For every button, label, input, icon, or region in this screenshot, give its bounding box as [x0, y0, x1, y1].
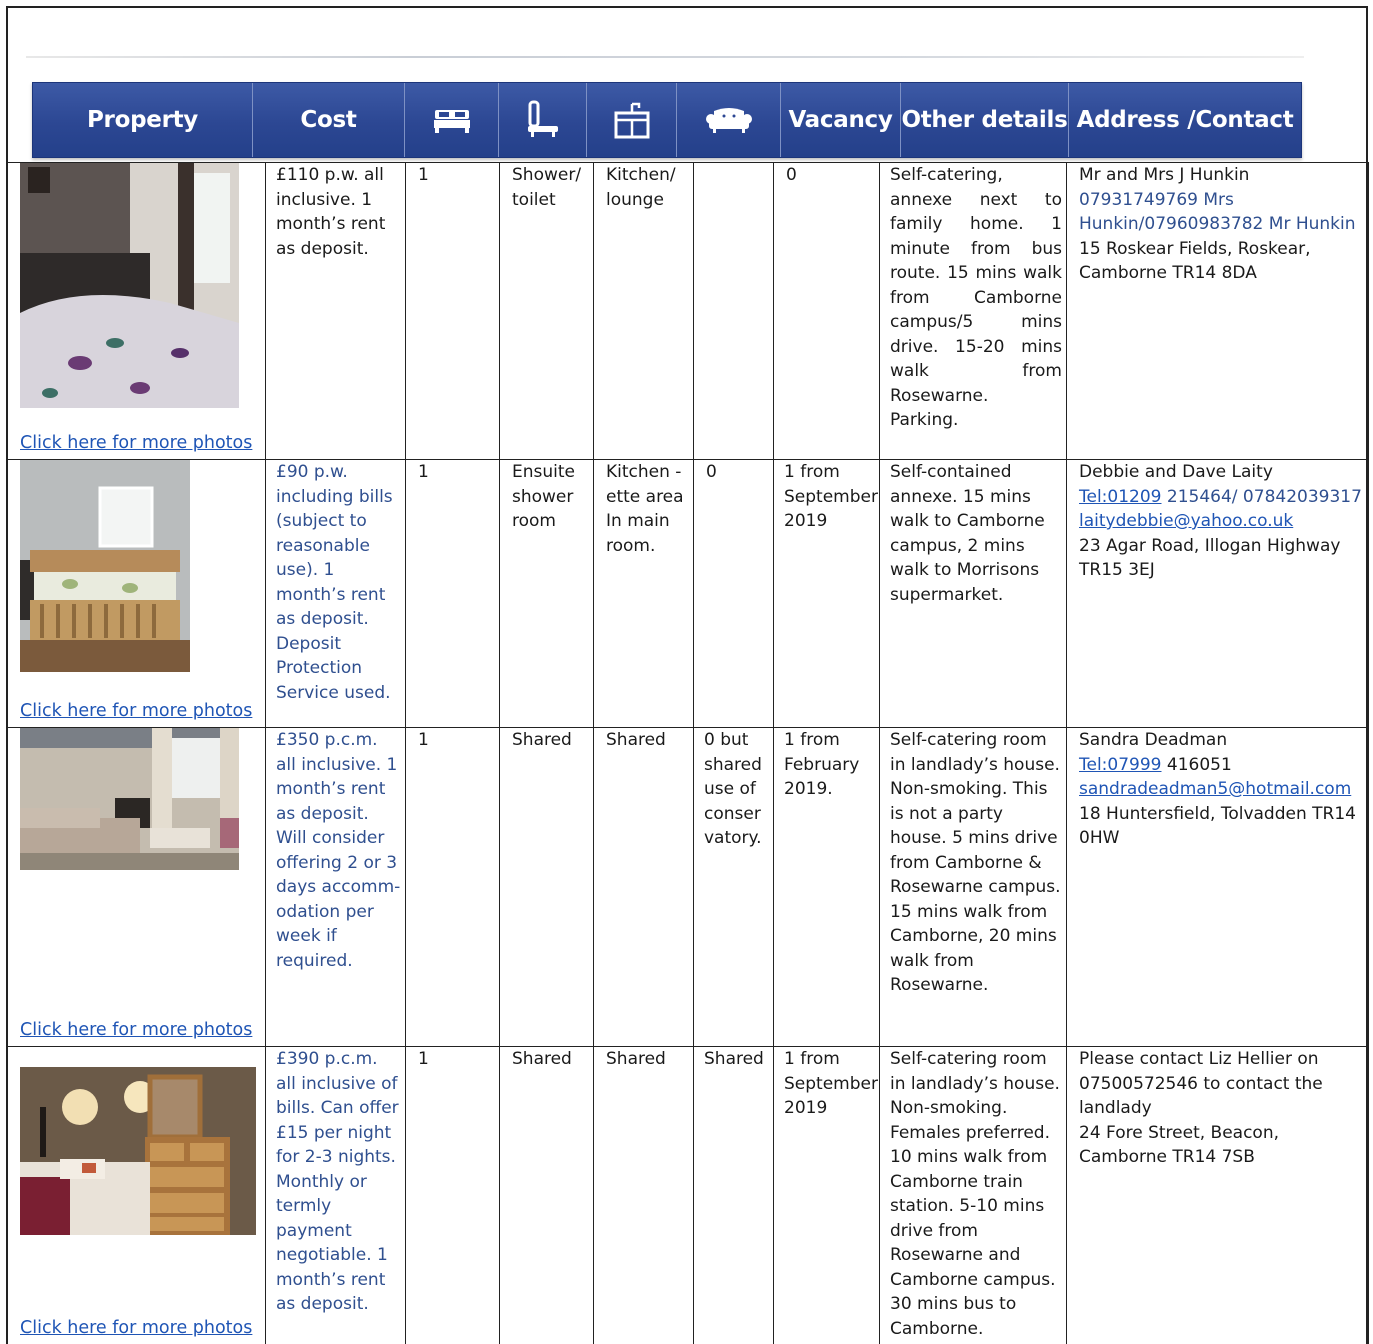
- contact-intro: Please contact Liz Hellier on 0750057254…: [1079, 1049, 1323, 1118]
- bathroom-cell: Ensuite shower room: [499, 459, 594, 728]
- table-header-bar: Property Cost Vacancy Other details Addr…: [32, 82, 1302, 158]
- bedroom-cell: 1: [405, 727, 500, 1047]
- vacancy-cell: 1 from September 2019: [773, 1046, 880, 1344]
- contact-tel-link[interactable]: Tel:07999: [1079, 755, 1162, 775]
- property-photo-cell: Click here for more photos: [7, 1046, 266, 1344]
- bath-icon: [499, 83, 587, 157]
- contact-tel-link[interactable]: Tel:01209: [1079, 487, 1162, 507]
- vacancy-cell: 1 from September 2019: [773, 459, 880, 728]
- bed-icon: [405, 83, 499, 157]
- cost-cell: £90 p.w. including bills (subject to rea…: [265, 459, 406, 728]
- decorative-rule: [26, 56, 1304, 58]
- more-photos-link[interactable]: Click here for more photos: [20, 699, 252, 724]
- contact-email-link[interactable]: sandradeadman5@hotmail.com: [1079, 777, 1362, 802]
- property-photo-bedroom[interactable]: [20, 460, 190, 672]
- contact-name: Debbie and Dave Laity: [1079, 462, 1273, 482]
- details-cell: Self-catering room in landlady’s house. …: [879, 1046, 1067, 1344]
- contact-address: 18 Huntersfield, Tolvadden TR14 0HW: [1079, 803, 1356, 849]
- header-other-details: Other details: [901, 83, 1069, 157]
- details-cell: Self-catering, annexe next to family hom…: [879, 162, 1067, 460]
- header-cost: Cost: [253, 83, 405, 157]
- property-photo-bedroom[interactable]: [20, 1067, 256, 1235]
- property-photo-cell: Click here for more photos: [7, 459, 266, 728]
- kitchen-cell: Kitchen/ lounge: [593, 162, 694, 460]
- table-row: Click here for more photos £350 p.c.m. a…: [7, 727, 1369, 1047]
- property-table: Click here for more photos £110 p.w. all…: [7, 162, 1369, 1344]
- sofa-icon: [677, 83, 781, 157]
- property-photo-bedroom[interactable]: [20, 163, 239, 408]
- details-cell: Self-contained annexe. 15 mins walk to C…: [879, 459, 1067, 728]
- header-vacancy: Vacancy: [781, 83, 901, 157]
- contact-cell: Debbie and Dave Laity Tel:01209 215464/ …: [1066, 459, 1369, 728]
- contact-address: 15 Roskear Fields, Roskear, Camborne TR1…: [1079, 238, 1311, 284]
- kitchen-cell: Kitchen - ette area In main room.: [593, 459, 694, 728]
- contact-cell: Please contact Liz Hellier on 0750057254…: [1066, 1046, 1369, 1344]
- contact-phone: 416051: [1166, 754, 1232, 775]
- contact-address: 24 Fore Street, Beacon, Camborne TR14 7S…: [1079, 1122, 1280, 1168]
- bedroom-cell: 1: [405, 162, 500, 460]
- lounge-cell: 0 but shared use of conser vatory.: [693, 727, 774, 1047]
- lounge-cell: Shared: [693, 1046, 774, 1344]
- more-photos-link[interactable]: Click here for more photos: [20, 431, 252, 456]
- property-photo-bedroom[interactable]: [20, 728, 239, 870]
- bathroom-cell: Shared: [499, 1046, 594, 1344]
- contact-phone: 07931749769 Mrs Hunkin/07960983782 Mr Hu…: [1079, 189, 1356, 235]
- bedroom-cell: 1: [405, 1046, 500, 1344]
- bathroom-cell: Shower/ toilet: [499, 162, 594, 460]
- more-photos-link[interactable]: Click here for more photos: [20, 1018, 252, 1043]
- contact-email-link[interactable]: laitydebbie@yahoo.co.uk: [1079, 509, 1362, 534]
- more-photos-link[interactable]: Click here for more photos: [20, 1316, 252, 1341]
- table-row: Click here for more photos £110 p.w. all…: [7, 162, 1369, 460]
- details-cell: Self-catering room in landlady’s house. …: [879, 727, 1067, 1047]
- vacancy-cell: 1 from February 2019.: [773, 727, 880, 1047]
- contact-cell: Sandra Deadman Tel:07999 416051 sandrade…: [1066, 727, 1369, 1047]
- lounge-cell: [693, 162, 774, 460]
- cost-cell: £350 p.c.m. all inclusive. 1 month’s ren…: [265, 727, 406, 1047]
- contact-name: Sandra Deadman: [1079, 730, 1228, 750]
- cost-cell: £110 p.w. all inclusive. 1 month’s rent …: [265, 162, 406, 460]
- kitchen-sink-icon: [587, 83, 677, 157]
- kitchen-cell: Shared: [593, 727, 694, 1047]
- table-row: Click here for more photos £390 p.c.m. a…: [7, 1046, 1369, 1344]
- bathroom-cell: Shared: [499, 727, 594, 1047]
- lounge-cell: 0: [693, 459, 774, 728]
- cost-cell: £390 p.c.m. all inclusive of bills. Can …: [265, 1046, 406, 1344]
- contact-name: Mr and Mrs J Hunkin: [1079, 165, 1250, 185]
- table-row: Click here for more photos £90 p.w. incl…: [7, 459, 1369, 728]
- property-photo-cell: Click here for more photos: [7, 162, 266, 460]
- contact-address: 23 Agar Road, Illogan Highway TR15 3EJ: [1079, 535, 1341, 581]
- vacancy-cell: 0: [773, 162, 880, 460]
- contact-phone: 215464/ 07842039317: [1166, 486, 1362, 507]
- kitchen-cell: Shared: [593, 1046, 694, 1344]
- header-property: Property: [33, 83, 253, 157]
- bedroom-cell: 1: [405, 459, 500, 728]
- header-address-contact: Address /Contact: [1076, 107, 1294, 133]
- contact-cell: Mr and Mrs J Hunkin 07931749769 Mrs Hunk…: [1066, 162, 1369, 460]
- property-photo-cell: Click here for more photos: [7, 727, 266, 1047]
